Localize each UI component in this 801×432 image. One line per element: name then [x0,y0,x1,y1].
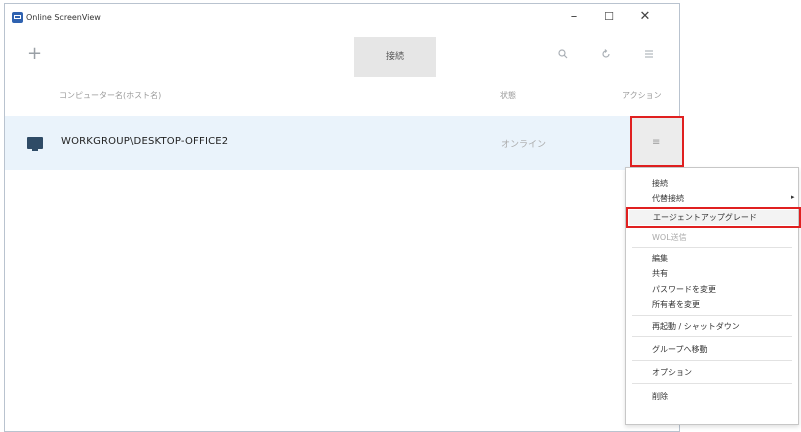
toolbar: + 接続 [5,37,679,77]
menu-item-wol[interactable]: WOL送信 [652,232,687,243]
hamburger-icon: ≡ [652,137,661,148]
app-title: Online ScreenView [26,12,101,22]
menu-item-change-owner[interactable]: 所有者を変更 [652,299,700,310]
submenu-arrow-icon: ▸ [791,193,795,201]
app-window: Online ScreenView – ☐ ✕ + 接続 コンピューター名(ホス… [4,3,684,432]
connect-button[interactable]: 接続 [354,37,436,77]
menu-item-options[interactable]: オプション [652,367,692,378]
menu-divider [632,336,792,337]
menu-divider [632,247,792,248]
menu-divider [632,315,792,316]
add-device-button[interactable]: + [27,43,42,64]
menu-item-delete[interactable]: 削除 [652,391,668,402]
column-header-status[interactable]: 状態 [500,90,516,101]
menu-item-agent-upgrade[interactable]: エージェントアップグレード [653,212,757,223]
menu-divider [632,360,792,361]
menu-item-share[interactable]: 共有 [652,268,668,279]
column-header-name[interactable]: コンピューター名(ホスト名) [59,90,161,101]
menu-item-change-password[interactable]: パスワードを変更 [652,284,716,295]
monitor-icon [27,137,43,151]
menu-item-move-to-group[interactable]: グループへ移動 [652,344,708,355]
close-button[interactable]: ✕ [630,7,660,27]
action-menu-button[interactable]: ≡ [630,116,684,167]
context-menu: 接続 代替接続 ▸ WOL送信 編集 共有 パスワードを変更 所有者を変更 再起… [625,167,799,425]
menu-item-restart-shutdown[interactable]: 再起動 / シャットダウン [652,321,740,332]
title-bar: Online ScreenView – ☐ ✕ [5,4,679,30]
menu-item-edit[interactable]: 編集 [652,253,668,264]
table-row[interactable]: WORKGROUP\DESKTOP-OFFICE2 オンライン ≡ [5,116,684,170]
column-header-action: アクション [622,91,662,100]
menu-divider [632,383,792,384]
table-header: コンピューター名(ホスト名) 状態 アクション [5,86,679,106]
maximize-button[interactable]: ☐ [594,7,624,27]
menu-icon[interactable] [644,49,654,62]
device-status: オンライン [501,140,547,150]
device-name: WORKGROUP\DESKTOP-OFFICE2 [61,136,229,147]
search-icon[interactable] [558,49,568,62]
menu-item-connect[interactable]: 接続 [652,178,668,189]
refresh-icon[interactable] [601,49,611,62]
menu-item-agent-upgrade-highlight[interactable]: エージェントアップグレード [626,207,801,228]
menu-item-alt-connect[interactable]: 代替接続 [652,193,684,204]
minimize-button[interactable]: – [559,7,589,27]
app-logo-icon [12,11,23,23]
